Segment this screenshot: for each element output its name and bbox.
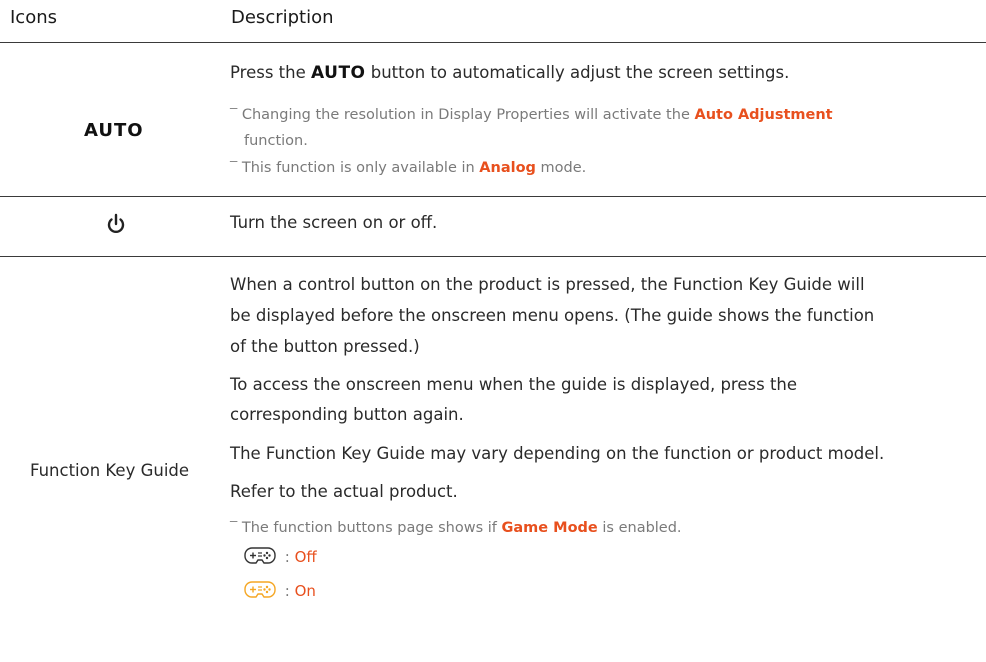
auto-note-2: ‾ This function is only available in Ana… (230, 160, 587, 176)
auto-note-1-cont: function. (244, 133, 308, 149)
game-mode-note: ‾ The function buttons page shows if Gam… (230, 520, 682, 536)
game-mode-note-post: is enabled. (597, 520, 682, 536)
guide-p2-line2: corresponding button again. (230, 405, 464, 424)
on-separator: : (280, 582, 295, 600)
auto-desc-post: button to automatically adjust the scree… (365, 63, 790, 82)
auto-desc-pre: Press the (230, 63, 311, 82)
guide-p2-line1: To access the onscreen menu when the gui… (230, 375, 798, 394)
guide-p1-line3: of the button pressed.) (230, 337, 420, 356)
guide-p3: The Function Key Guide may vary dependin… (230, 444, 885, 463)
game-mode-note-pre: The function buttons page shows if (241, 520, 502, 536)
guide-p1-line1: When a control button on the product is … (230, 275, 865, 294)
power-row-rule (0, 256, 986, 257)
analog-highlight: Analog (479, 160, 536, 176)
auto-note-1: ‾ Changing the resolution in Display Pro… (230, 107, 833, 123)
guide-p4: Refer to the actual product. (230, 482, 458, 501)
off-line: : Off (244, 546, 317, 570)
header-description: Description (231, 7, 334, 28)
game-mode-highlight: Game Mode (501, 520, 598, 536)
header-rule (0, 42, 986, 43)
auto-note-1-text: Changing the resolution in Display Prope… (241, 107, 695, 123)
auto-note-2-post: mode. (535, 160, 587, 176)
auto-row-rule (0, 196, 986, 197)
on-line: : On (244, 580, 316, 604)
on-label: On (294, 582, 316, 600)
guide-p1-line2: be displayed before the onscreen menu op… (230, 306, 875, 325)
function-key-guide-label: Function Key Guide (30, 461, 190, 480)
power-description: Turn the screen on or off. (230, 213, 438, 232)
auto-description: Press the AUTO button to automatically a… (230, 63, 789, 83)
power-icon (105, 212, 127, 240)
auto-note-2-pre: This function is only available in (241, 160, 480, 176)
auto-key-inline: AUTO (311, 63, 366, 83)
gamepad-off-icon (244, 546, 276, 570)
gamepad-on-icon (244, 580, 276, 604)
auto-adjustment-highlight: Auto Adjustment (694, 107, 833, 123)
header-icons: Icons (10, 7, 58, 28)
auto-icon: AUTO (84, 120, 144, 141)
off-separator: : (280, 548, 295, 566)
off-label: Off (294, 548, 317, 566)
